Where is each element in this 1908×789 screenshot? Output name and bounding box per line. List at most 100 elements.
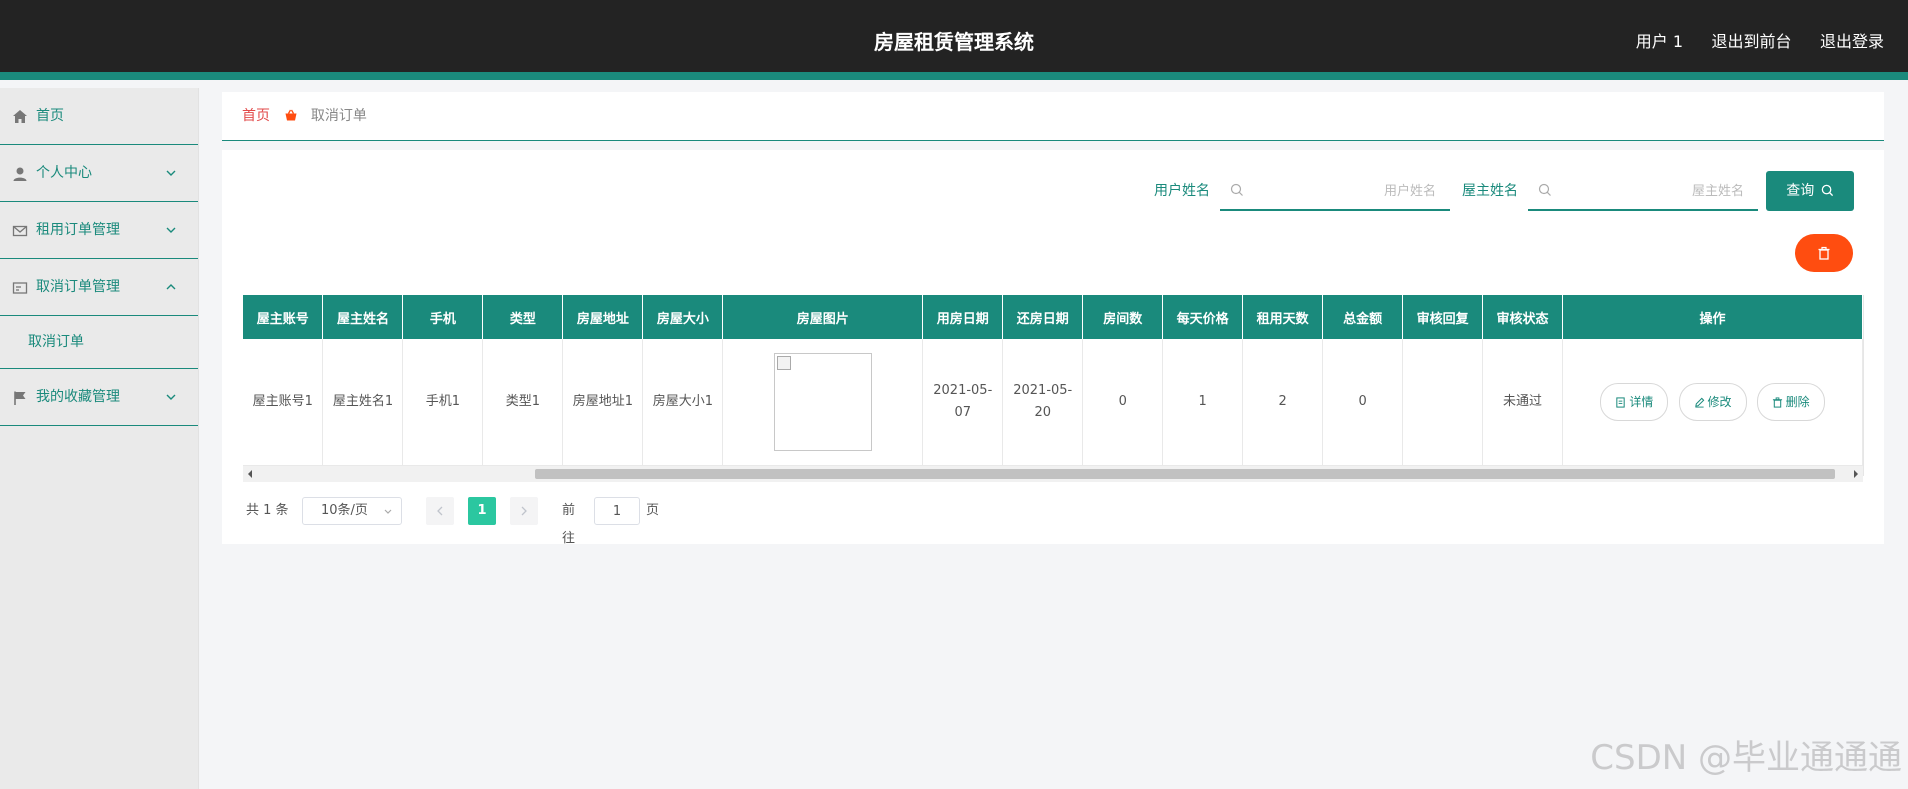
prev-page-button[interactable] xyxy=(426,497,454,525)
logout-link[interactable]: 退出登录 xyxy=(1820,32,1884,51)
page-size-select[interactable]: 10条/页 xyxy=(302,497,402,525)
page-number-1[interactable]: 1 xyxy=(468,497,496,525)
watermark: CSDN @毕业通通通 xyxy=(1590,738,1902,778)
sidebar-item-label: 首页 xyxy=(36,108,64,124)
cell-owner-account: 屋主账号1 xyxy=(243,339,324,466)
document-icon xyxy=(1616,397,1626,408)
column-header: 屋主姓名 xyxy=(322,295,404,339)
trash-icon xyxy=(1818,246,1830,260)
scroll-right-icon[interactable] xyxy=(1853,470,1859,478)
column-header: 每天价格 xyxy=(1162,295,1244,339)
cell-rooms: 0 xyxy=(1082,339,1164,466)
basket-icon xyxy=(285,109,297,121)
cell-days: 2 xyxy=(1242,339,1324,466)
breadcrumb-current: 取消订单 xyxy=(310,108,367,124)
orders-table: 屋主账号 屋主姓名 手机 类型 房屋地址 房屋大小 房屋图片 用房日期 还房日期… xyxy=(243,295,1864,476)
cell-status: 未通过 xyxy=(1482,339,1564,466)
cell-size: 房屋大小1 xyxy=(642,339,724,466)
cell-start-date: 2021-05-07 xyxy=(922,339,1004,466)
column-header: 还房日期 xyxy=(1002,295,1084,339)
search-icon xyxy=(1538,183,1551,196)
cell-house-image xyxy=(722,339,924,466)
user-icon xyxy=(13,167,27,181)
chevron-down-icon xyxy=(384,509,392,514)
column-header: 房屋图片 xyxy=(722,295,924,339)
chevron-down-icon xyxy=(166,394,176,400)
owner-name-input[interactable] xyxy=(1562,173,1746,209)
main-panel: 用户姓名 屋主姓名 查询 屋主账号 xyxy=(222,150,1884,546)
table-row: 屋主账号1 屋主姓名1 手机1 类型1 房屋地址1 房屋大小1 2021-05-… xyxy=(243,339,1863,466)
query-button[interactable]: 查询 xyxy=(1766,171,1854,211)
next-page-button[interactable] xyxy=(510,497,538,525)
mail-icon xyxy=(12,225,28,237)
column-header: 审核状态 xyxy=(1482,295,1564,339)
sidebar-item-label: 我的收藏管理 xyxy=(36,389,120,405)
sidebar-item-rent-orders[interactable]: 租用订单管理 xyxy=(0,202,198,259)
page-size-value: 10条/页 xyxy=(321,503,368,518)
cell-reply xyxy=(1402,339,1484,466)
cell-owner-name: 屋主姓名1 xyxy=(322,339,404,466)
edit-label: 修改 xyxy=(1707,395,1732,409)
user-name-label: 用户姓名 xyxy=(1154,183,1210,199)
column-header: 类型 xyxy=(482,295,564,339)
top-links: 用户 1 退出到前台 退出登录 xyxy=(1612,0,1884,80)
delete-label: 删除 xyxy=(1785,395,1810,409)
back-to-front-link[interactable]: 退出到前台 xyxy=(1712,32,1792,51)
query-button-label: 查询 xyxy=(1786,183,1815,199)
sidebar-item-favorites[interactable]: 我的收藏管理 xyxy=(0,369,198,426)
edit-button[interactable]: 修改 xyxy=(1678,383,1747,421)
batch-delete-button[interactable] xyxy=(1795,234,1853,272)
chevron-down-icon xyxy=(166,170,176,176)
house-image xyxy=(773,353,872,451)
detail-button[interactable]: 详情 xyxy=(1600,383,1669,421)
column-header: 租用天数 xyxy=(1242,295,1324,339)
column-header: 房屋大小 xyxy=(642,295,724,339)
scroll-left-icon[interactable] xyxy=(247,470,253,478)
cell-type: 类型1 xyxy=(482,339,564,466)
sidebar-item-personal-center[interactable]: 个人中心 xyxy=(0,145,198,202)
user-name-field[interactable] xyxy=(1220,171,1450,211)
breadcrumb-home[interactable]: 首页 xyxy=(242,108,270,124)
cell-daily-price: 1 xyxy=(1162,339,1244,466)
goto-label: 前往 xyxy=(562,503,576,546)
flag-icon xyxy=(14,391,26,405)
cell-address: 房屋地址1 xyxy=(562,339,644,466)
cell-phone: 手机1 xyxy=(402,339,484,466)
owner-name-label: 屋主姓名 xyxy=(1462,183,1518,199)
user-link[interactable]: 用户 1 xyxy=(1636,32,1683,51)
delete-button[interactable]: 删除 xyxy=(1756,383,1825,421)
goto-page-input[interactable] xyxy=(594,497,640,525)
sidebar-item-home[interactable]: 首页 xyxy=(0,88,198,145)
column-header: 审核回复 xyxy=(1402,295,1484,339)
sidebar: 首页 个人中心 租用订单管理 取消订单管理 取消订单 我的收藏管理 xyxy=(0,88,199,789)
card-icon xyxy=(12,282,28,294)
sidebar-item-cancel-orders[interactable]: 取消订单管理 xyxy=(0,259,198,316)
broken-image-icon xyxy=(776,356,791,370)
cell-actions: 详情 修改 删除 xyxy=(1562,339,1863,466)
column-header: 操作 xyxy=(1562,295,1863,339)
owner-name-field[interactable] xyxy=(1528,171,1758,211)
chevron-right-icon xyxy=(521,506,527,516)
sidebar-item-label: 取消订单管理 xyxy=(36,279,120,295)
sidebar-subitem-cancel-order[interactable]: 取消订单 xyxy=(0,316,198,368)
column-header: 房屋地址 xyxy=(562,295,644,339)
column-header: 房间数 xyxy=(1082,295,1164,339)
column-header: 手机 xyxy=(402,295,484,339)
page-unit-label: 页 xyxy=(646,503,660,518)
column-header: 屋主账号 xyxy=(243,295,324,339)
breadcrumb-bar: 首页 取消订单 xyxy=(222,92,1884,141)
detail-label: 详情 xyxy=(1629,395,1654,409)
scrollbar-thumb[interactable] xyxy=(535,469,1835,479)
breadcrumb: 首页 取消订单 xyxy=(242,92,367,140)
column-header: 总金额 xyxy=(1322,295,1404,339)
horizontal-scrollbar[interactable] xyxy=(243,466,1863,482)
cell-end-date: 2021-05-20 xyxy=(1002,339,1084,466)
total-count: 共 1 条 xyxy=(246,503,289,518)
trash-icon xyxy=(1772,397,1782,408)
search-bar: 用户姓名 屋主姓名 查询 xyxy=(1154,171,1854,211)
chevron-up-icon xyxy=(166,284,176,290)
column-header: 用房日期 xyxy=(922,295,1004,339)
user-name-input[interactable] xyxy=(1254,173,1438,209)
search-icon xyxy=(1821,184,1833,197)
home-icon xyxy=(13,110,27,123)
